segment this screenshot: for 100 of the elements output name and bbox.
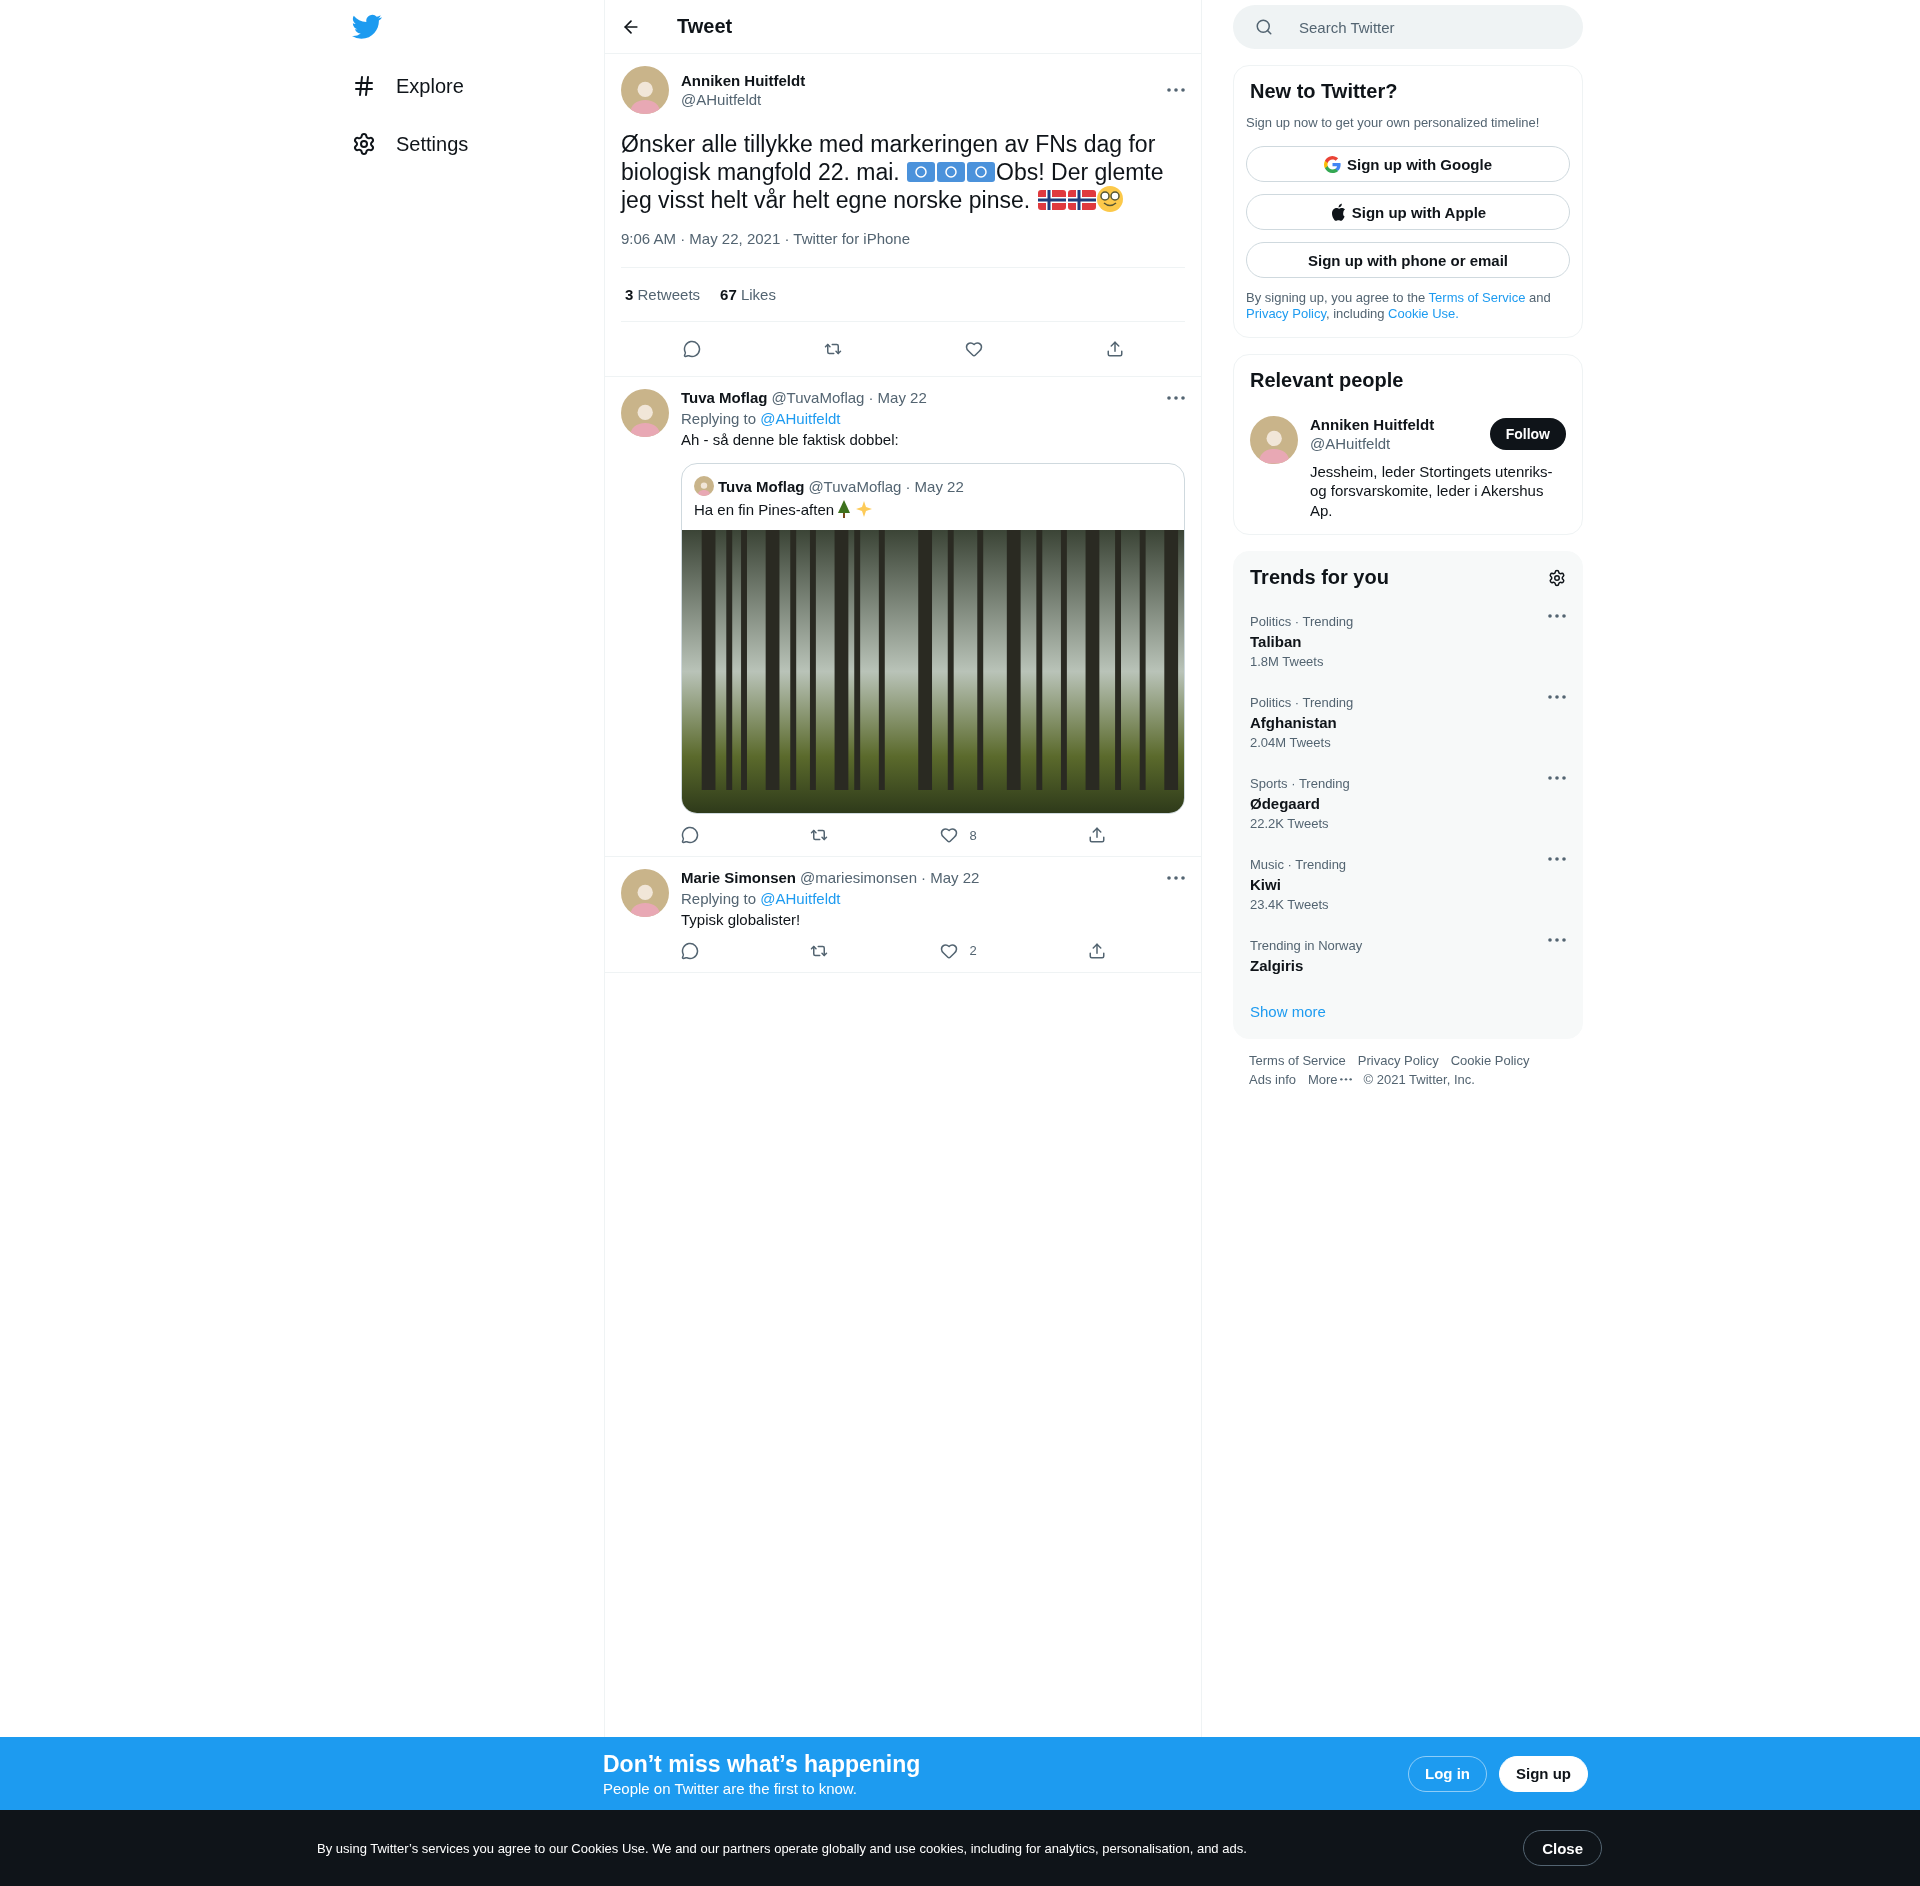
share-button[interactable] <box>1088 941 1106 960</box>
author-handle: @TuvaMoflag <box>771 389 865 407</box>
reply-icon <box>681 826 699 845</box>
replying-to-text: Replying to @AHuitfeldt <box>681 410 842 428</box>
author-handle: @TuvaMoflag <box>808 477 902 495</box>
footer-link[interactable]: Cookie Policy <box>1450 1053 1530 1068</box>
heart-icon <box>964 340 983 359</box>
card-title: New to Twitter? <box>1250 80 1398 103</box>
trend-context: Politics · Trending <box>1250 614 1355 629</box>
trend-topic[interactable]: Zalgiris <box>1250 957 1548 974</box>
more-icon <box>1548 857 1566 861</box>
more-icon <box>1167 88 1185 92</box>
trend-count: 1.8M Tweets <box>1250 654 1325 669</box>
replying-to-text: Replying to @AHuitfeldt <box>681 890 842 908</box>
author-handle: @AHuitfeldt <box>681 91 763 108</box>
footer-link[interactable]: Privacy Policy <box>1357 1053 1439 1068</box>
reply-button[interactable] <box>681 941 699 960</box>
trend-count: 23.4K Tweets <box>1250 897 1330 912</box>
person-handle: @AHuitfeldt <box>1310 434 1392 452</box>
like-button[interactable]: 8 <box>939 826 977 845</box>
author-name: Anniken Huitfeldt <box>681 72 807 89</box>
more-button[interactable] <box>1548 857 1566 861</box>
un-flag-icon <box>967 162 996 183</box>
reply-button[interactable] <box>682 340 701 359</box>
person-bio: Jessheim, leder Stortingets utenriks- og forsvarskomite, leder i Akershus Ap. <box>1310 461 1554 520</box>
author-handle: @mariesimonsen <box>800 869 917 887</box>
norway-flag-icon <box>1037 190 1066 211</box>
more-icon <box>1548 776 1566 780</box>
footer-link[interactable]: More <box>1308 1072 1352 1087</box>
more-icon <box>1548 938 1566 942</box>
settings-icon <box>1548 568 1566 587</box>
signup-button[interactable]: Sign up <box>1499 1755 1588 1792</box>
page-title: Tweet <box>677 15 733 38</box>
reply-icon <box>681 941 699 960</box>
bird-logo-icon[interactable] <box>352 14 382 40</box>
trend-context: Sports · Trending <box>1250 776 1351 791</box>
share-icon <box>1088 826 1106 845</box>
stat-link[interactable]: 67 Likes <box>720 286 776 304</box>
trend-context: Politics · Trending <box>1250 695 1355 710</box>
search-icon <box>1255 18 1273 36</box>
more-button[interactable] <box>1167 395 1185 400</box>
heart-icon <box>939 941 958 960</box>
copyright-text: © 2021 Twitter, Inc. <box>1363 1072 1475 1087</box>
share-button[interactable] <box>1088 826 1106 845</box>
settings-button[interactable] <box>1548 568 1566 587</box>
trend-context: Music · Trending <box>1250 857 1348 872</box>
more-icon <box>1548 695 1566 699</box>
reply-button[interactable] <box>681 826 699 845</box>
signup-button[interactable]: Sign up with Google <box>1246 146 1570 182</box>
trend-topic[interactable]: Ødegaard <box>1250 795 1548 812</box>
more-button[interactable] <box>1167 88 1185 92</box>
norway-flag-icon <box>1067 190 1096 211</box>
like-button[interactable] <box>964 340 983 359</box>
trend-topic[interactable]: Afghanistan <box>1250 714 1548 731</box>
more-icon <box>1167 875 1185 880</box>
tweet-timestamp: 9:06 AM · May 22, 2021 · Twitter for iPhone <box>621 228 1185 269</box>
google-logo-icon <box>1324 155 1341 173</box>
search-field[interactable]: Search Twitter <box>1297 17 1561 37</box>
nav-link[interactable]: Explore <box>352 70 604 102</box>
quoted-tweet[interactable]: Tuva Moflag @TuvaMoflag · May 22 Ha en fin Pines-aften <box>681 463 1185 815</box>
nav-link[interactable]: Settings <box>352 128 604 160</box>
footer-link[interactable]: Terms of Service <box>1249 1053 1346 1068</box>
tree-icon <box>836 500 853 519</box>
search-bar[interactable]: Search Twitter <box>1233 5 1583 49</box>
trend-context: Trending in Norway <box>1250 938 1364 953</box>
more-button[interactable] <box>1548 776 1566 780</box>
card-title: Relevant people <box>1250 368 1404 392</box>
more-button[interactable] <box>1548 938 1566 942</box>
cookie-text: By using Twitter’s services you agree to our Cookies Use. We and our partners operate globally and use cookies, including for analytics, personalisation, and ads. <box>317 1840 1248 1856</box>
trend-count: 22.2K Tweets <box>1250 816 1330 831</box>
more-button[interactable] <box>1548 614 1566 618</box>
reply-icon <box>682 340 701 359</box>
nerd-face-icon <box>1096 186 1123 213</box>
tweet-date: · May 22 <box>921 869 980 887</box>
signup-subtitle: Sign up now to get your own personalized timeline! <box>1246 115 1541 130</box>
more-icon <box>1339 1078 1352 1081</box>
like-button[interactable]: 2 <box>939 941 977 960</box>
reply-text: Typisk globalister! <box>681 911 802 930</box>
stat-link[interactable]: 3 Retweets <box>625 286 701 304</box>
more-button[interactable] <box>1167 875 1185 880</box>
heart-icon <box>939 826 958 845</box>
hashtag-icon <box>352 74 376 98</box>
tweet-date: · May 22 <box>868 389 927 407</box>
footer-link[interactable]: Ads info <box>1249 1072 1296 1087</box>
settings-icon <box>352 132 376 156</box>
signup-button[interactable]: Sign up with Apple <box>1246 194 1570 230</box>
trend-topic[interactable]: Kiwi <box>1250 876 1548 893</box>
banner-title: Don’t miss what’s happening <box>603 1750 922 1778</box>
reply-text: Ah - så denne ble faktisk dobbel: <box>681 431 900 450</box>
more-button[interactable] <box>1548 695 1566 699</box>
tweet-date: · May 22 <box>905 477 964 495</box>
tweet-text: Ønsker alle tillykke med markeringen av FNs dag for biologisk mangfold 22. mai. Obs! Der glemte jeg visst helt vår helt egne norske pinse. <box>621 130 1165 215</box>
apple-logo-icon <box>1329 203 1346 221</box>
signup-button[interactable]: Sign up with phone or email <box>1246 242 1570 278</box>
trend-topic[interactable]: Taliban <box>1250 633 1548 650</box>
more-icon <box>1167 395 1185 400</box>
follow-button[interactable]: Follow <box>1489 417 1566 450</box>
share-button[interactable] <box>1105 340 1124 359</box>
share-icon <box>1088 941 1106 960</box>
person-name: Anniken Huitfeldt <box>1310 415 1436 433</box>
